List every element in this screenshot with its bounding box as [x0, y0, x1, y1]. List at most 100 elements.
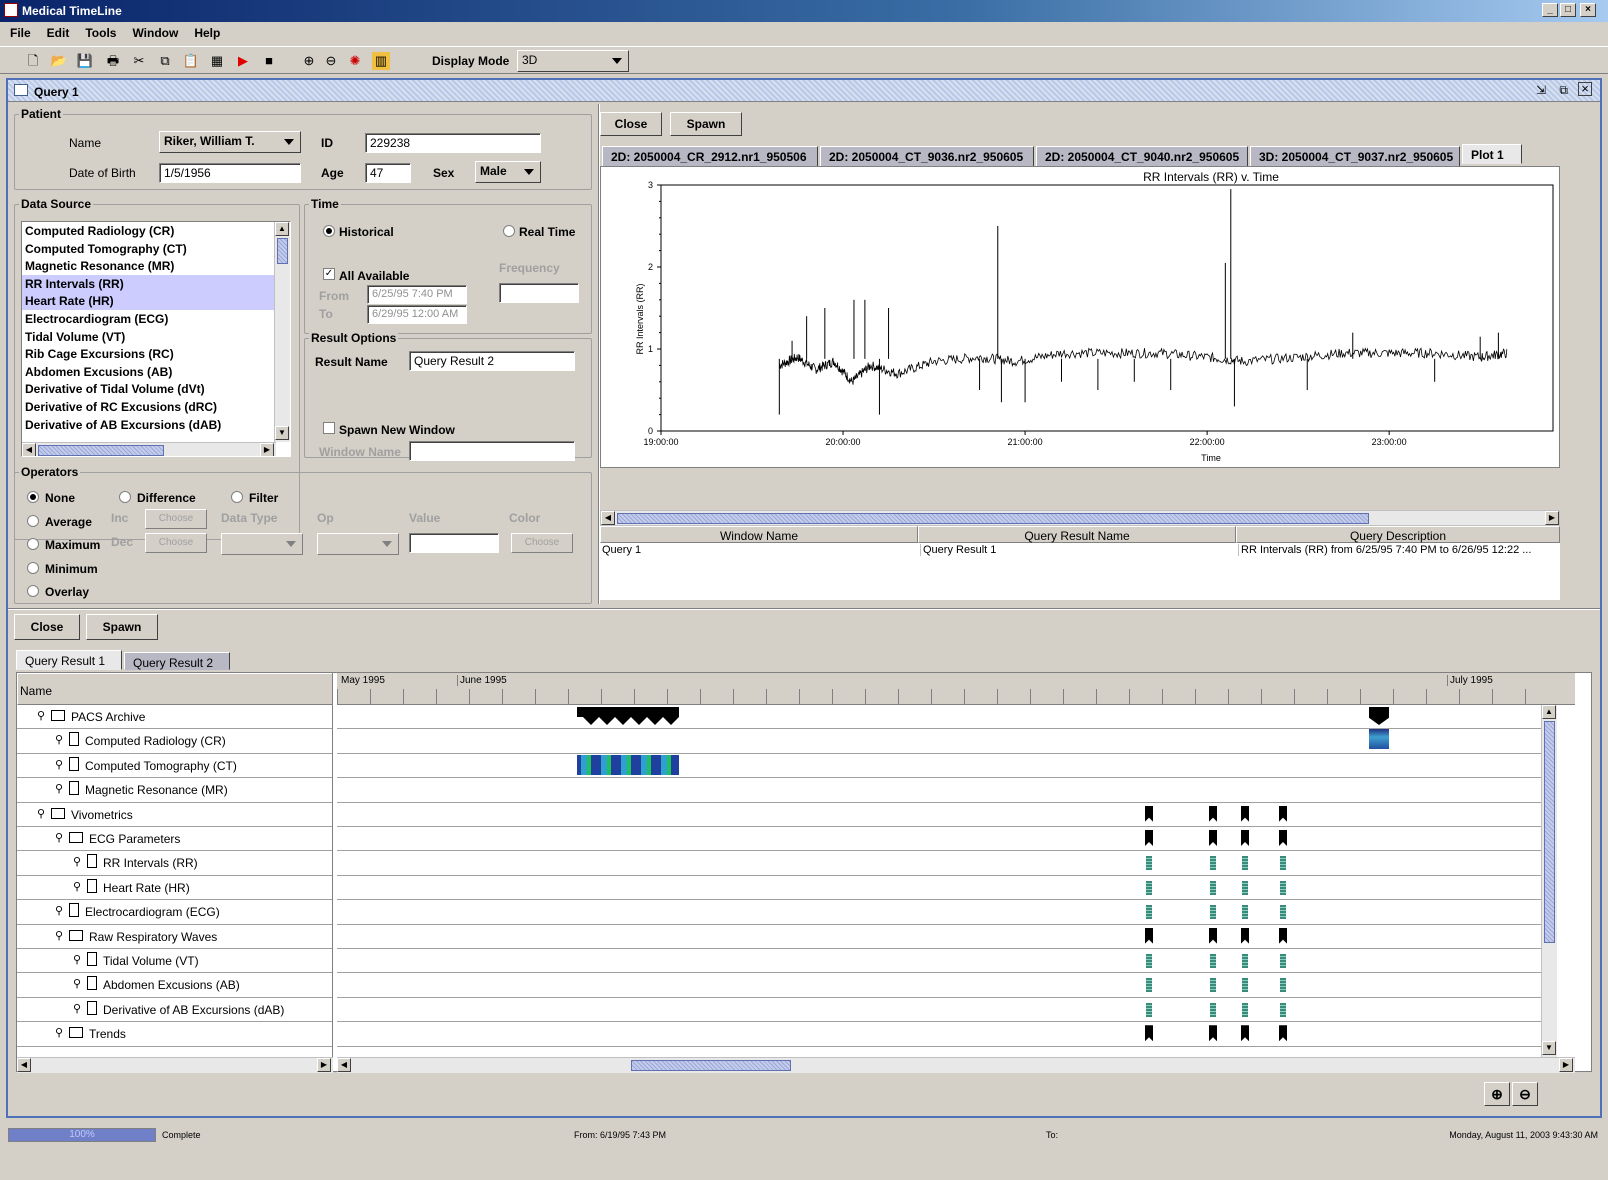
scroll-right-icon[interactable]: ▶ [317, 1058, 331, 1072]
result-name-field[interactable]: Query Result 2 [409, 351, 575, 371]
signal-thumbnail[interactable] [1210, 856, 1216, 871]
scroll-thumb[interactable] [1544, 721, 1555, 943]
signal-thumbnail[interactable] [1242, 978, 1248, 993]
datasource-item[interactable]: Tidal Volume (VT) [22, 328, 290, 346]
signal-thumbnail[interactable] [1210, 905, 1216, 920]
tab-plot-1[interactable]: Plot 1 [1462, 144, 1522, 164]
minimize-button[interactable]: _ [1542, 3, 1558, 17]
event-flag[interactable] [1241, 830, 1249, 846]
datasource-item[interactable]: Derivative of Tidal Volume (dVt) [22, 380, 290, 398]
signal-thumbnail[interactable] [1146, 880, 1152, 895]
menu-window[interactable]: Window [122, 23, 184, 40]
signal-thumbnail[interactable] [1280, 880, 1286, 895]
pin-icon[interactable]: ⚲ [73, 880, 81, 893]
pin-icon[interactable]: ⚲ [73, 977, 81, 990]
data-type-select[interactable] [221, 533, 303, 555]
tree-row[interactable]: ⚲ Vivometrics [17, 803, 332, 827]
event-flag[interactable] [1209, 927, 1217, 944]
timeline-zoom-in-button[interactable]: ⊕ [1484, 1082, 1510, 1106]
tree-row[interactable]: ⚲ ECG Parameters [17, 827, 332, 852]
timeline-hscroll[interactable]: ◀ ▶ [337, 1057, 1575, 1073]
scroll-left-icon[interactable]: ◀ [601, 511, 615, 525]
tab-ct-9037[interactable]: 3D: 2050004_CT_9037.nr2_950605 [1250, 146, 1460, 168]
minimum-radio[interactable] [27, 562, 39, 574]
bottom-spawn-button[interactable]: Spawn [86, 614, 158, 640]
menu-edit[interactable]: Edit [37, 23, 76, 40]
pin-icon[interactable]: ⚲ [73, 1002, 81, 1015]
name-header[interactable]: Name [17, 673, 332, 705]
spawn-button[interactable]: Spawn [670, 112, 742, 136]
copy-icon[interactable]: ⧉ [156, 52, 174, 70]
datasource-item[interactable]: Rib Cage Excursions (RC) [22, 345, 290, 363]
datasource-item[interactable]: Derivative of AB Excursions (dAB) [22, 416, 290, 434]
tree-row[interactable]: ⚲ Derivative of AB Excursions (dAB) [17, 998, 332, 1023]
from-field[interactable]: 6/25/95 7:40 PM [367, 285, 467, 304]
age-field[interactable]: 47 [365, 163, 411, 183]
chart-icon[interactable]: ▥ [372, 52, 390, 70]
paste-icon[interactable]: 📋 [182, 52, 200, 70]
new-file-icon[interactable]: 🗋 [24, 52, 42, 70]
event-flag[interactable] [1145, 1025, 1153, 1042]
event-flag[interactable] [1279, 805, 1287, 822]
scroll-up-icon[interactable]: ▲ [1542, 705, 1556, 719]
h-splitter[interactable] [8, 608, 1600, 610]
col-query-description[interactable]: Query Description [1236, 526, 1560, 543]
frame-minimize-icon[interactable]: ⇲ [1536, 83, 1546, 97]
tree-row[interactable]: ⚲ Abdomen Excusions (AB) [17, 973, 332, 998]
historical-radio[interactable] [323, 225, 335, 237]
frequency-field[interactable] [499, 283, 579, 303]
tree-row[interactable]: ⚲ Computed Tomography (CT) [17, 754, 332, 779]
signal-thumbnail[interactable] [1242, 880, 1248, 895]
pin-icon[interactable]: ⚲ [55, 782, 63, 795]
bottom-close-button[interactable]: Close [14, 614, 80, 640]
pin-icon[interactable]: ⚲ [73, 855, 81, 868]
play-icon[interactable]: ▶ [234, 52, 252, 70]
close-window-button[interactable]: × [1580, 3, 1596, 17]
frame-restore-icon[interactable]: ⧉ [1559, 83, 1568, 98]
signal-thumbnail[interactable] [1210, 954, 1216, 968]
pin-icon[interactable]: ⚲ [37, 807, 45, 820]
event-flag[interactable] [1241, 805, 1249, 822]
pin-icon[interactable]: ⚲ [37, 709, 45, 722]
signal-thumbnail[interactable] [1280, 1002, 1286, 1017]
maximize-button[interactable]: □ [1560, 3, 1576, 17]
scroll-thumb[interactable] [631, 1060, 791, 1071]
signal-thumbnail[interactable] [1242, 954, 1248, 968]
scroll-left-icon[interactable]: ◀ [17, 1058, 31, 1072]
open-folder-icon[interactable]: 📂 [50, 52, 68, 70]
col-query-result-name[interactable]: Query Result Name [918, 526, 1236, 543]
signal-thumbnail[interactable] [1280, 856, 1286, 871]
signal-thumbnail[interactable] [1280, 954, 1286, 968]
tab-cr-2912[interactable]: 2D: 2050004_CR_2912.nr1_950506 [602, 146, 818, 168]
pin-icon[interactable]: ⚲ [55, 733, 63, 746]
signal-thumbnail[interactable] [1146, 905, 1152, 920]
patient-name-select[interactable]: Riker, William T. [159, 131, 301, 153]
signal-thumbnail[interactable] [1210, 1002, 1216, 1017]
timeline-vscroll[interactable]: ▲ ▼ [1541, 705, 1557, 1057]
op-select[interactable] [317, 533, 399, 555]
signal-thumbnail[interactable] [1242, 1002, 1248, 1017]
signal-thumbnail[interactable] [1146, 954, 1152, 968]
pin-icon[interactable]: ⚲ [55, 904, 63, 917]
datasource-item[interactable]: Heart Rate (HR) [22, 292, 290, 310]
scroll-thumb[interactable] [38, 445, 164, 456]
signal-thumbnail[interactable] [1146, 1002, 1152, 1017]
tree-row[interactable]: ⚲ Raw Respiratory Waves [17, 925, 332, 949]
scroll-left-icon[interactable]: ◀ [22, 443, 36, 456]
target-icon[interactable]: ✺ [346, 52, 364, 70]
signal-thumbnail[interactable] [1146, 978, 1152, 993]
dec-choose-button[interactable]: Choose [145, 533, 207, 553]
scroll-right-icon[interactable]: ▶ [1545, 511, 1559, 525]
datasource-list[interactable]: Computed Radiology (CR) Computed Tomograp… [21, 221, 291, 457]
event-flag[interactable] [1279, 830, 1287, 846]
tree-row[interactable]: ⚲ Magnetic Resonance (MR) [17, 778, 332, 803]
timeline-zoom-out-button[interactable]: ⊖ [1512, 1082, 1538, 1106]
datasource-item[interactable]: Computed Radiology (CR) [22, 222, 290, 240]
pin-icon[interactable]: ⚲ [55, 831, 63, 844]
table-row[interactable]: Query 1 Query Result 1 RR Intervals (RR)… [600, 543, 1560, 559]
realtime-radio[interactable] [503, 225, 515, 237]
difference-radio[interactable] [119, 491, 131, 503]
tree-row[interactable]: ⚲ Trends [17, 1022, 332, 1047]
tab-ct-9040[interactable]: 2D: 2050004_CT_9040.nr2_950605 [1036, 146, 1248, 168]
event-flag[interactable] [1209, 805, 1217, 822]
